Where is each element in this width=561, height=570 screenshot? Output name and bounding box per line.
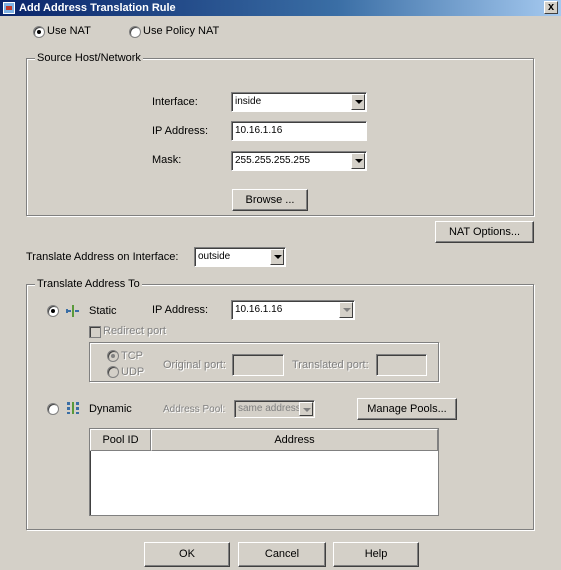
help-button[interactable]: Help <box>333 542 419 567</box>
pool-id-column-header[interactable]: Pool ID <box>90 429 151 451</box>
dynamic-nat-icon <box>67 402 79 414</box>
translated-port-input[interactable] <box>376 354 427 376</box>
address-column-header[interactable]: Address <box>151 429 438 451</box>
mask-value: 255.255.255.255 <box>235 155 311 166</box>
translated-port-label: Translated port: <box>292 359 369 371</box>
app-icon <box>3 2 15 14</box>
static-ip-address-label: IP Address: <box>152 304 209 316</box>
static-label[interactable]: Static <box>89 305 117 317</box>
address-pool-select[interactable]: same address <box>234 400 315 418</box>
browse-button[interactable]: Browse ... <box>232 189 308 211</box>
translate-interface-value: outside <box>198 251 231 262</box>
translate-interface-select[interactable]: outside <box>194 247 286 267</box>
static-ip-address-combo[interactable]: 10.16.1.16 <box>231 300 355 320</box>
translate-to-group-label: Translate Address To <box>35 278 142 290</box>
chevron-down-icon[interactable] <box>351 153 365 169</box>
address-pool-label: Address Pool: <box>163 404 226 415</box>
nat-options-button[interactable]: NAT Options... <box>435 221 534 243</box>
source-group-label: Source Host/Network <box>35 52 143 64</box>
chevron-down-icon[interactable] <box>351 94 365 110</box>
title-bar: Add Address Translation Rule x <box>0 0 561 16</box>
interface-value: inside <box>235 96 262 107</box>
original-port-label: Original port: <box>163 359 226 371</box>
ip-address-label: IP Address: <box>152 125 209 137</box>
translate-interface-label: Translate Address on Interface: <box>26 251 179 263</box>
use-policy-nat-radio[interactable] <box>129 26 141 38</box>
static-radio[interactable] <box>47 305 59 317</box>
original-port-input[interactable] <box>232 354 284 376</box>
udp-label: UDP <box>121 366 145 378</box>
ok-button[interactable]: OK <box>144 542 230 567</box>
dynamic-label[interactable]: Dynamic <box>89 403 132 415</box>
dynamic-radio[interactable] <box>47 403 59 415</box>
static-ip-address-value: 10.16.1.16 <box>235 304 283 315</box>
use-policy-nat-label[interactable]: Use Policy NAT <box>143 25 219 37</box>
pool-table[interactable]: Pool ID Address <box>89 428 439 516</box>
mask-label: Mask: <box>152 154 182 166</box>
mask-select[interactable]: 255.255.255.255 <box>231 151 367 171</box>
cancel-button[interactable]: Cancel <box>238 542 326 567</box>
close-button[interactable]: x <box>544 1 558 14</box>
ip-address-value: 10.16.1.16 <box>235 125 283 136</box>
redirect-port-label: Redirect port <box>103 325 166 337</box>
interface-label: Interface: <box>152 96 198 108</box>
manage-pools-button[interactable]: Manage Pools... <box>357 398 457 420</box>
use-nat-label[interactable]: Use NAT <box>47 25 91 37</box>
address-pool-value: same address <box>238 403 301 414</box>
interface-select[interactable]: inside <box>231 92 367 112</box>
chevron-down-icon[interactable] <box>339 302 353 318</box>
chevron-down-icon[interactable] <box>299 402 313 416</box>
use-nat-radio[interactable] <box>33 26 45 38</box>
redirect-port-checkbox[interactable] <box>89 326 101 338</box>
chevron-down-icon[interactable] <box>270 249 284 265</box>
window-title: Add Address Translation Rule <box>19 2 176 14</box>
udp-radio[interactable] <box>107 366 119 378</box>
static-nat-icon <box>66 305 79 317</box>
ip-address-input[interactable]: 10.16.1.16 <box>231 121 367 141</box>
tcp-label: TCP <box>121 350 143 362</box>
tcp-radio[interactable] <box>107 350 119 362</box>
